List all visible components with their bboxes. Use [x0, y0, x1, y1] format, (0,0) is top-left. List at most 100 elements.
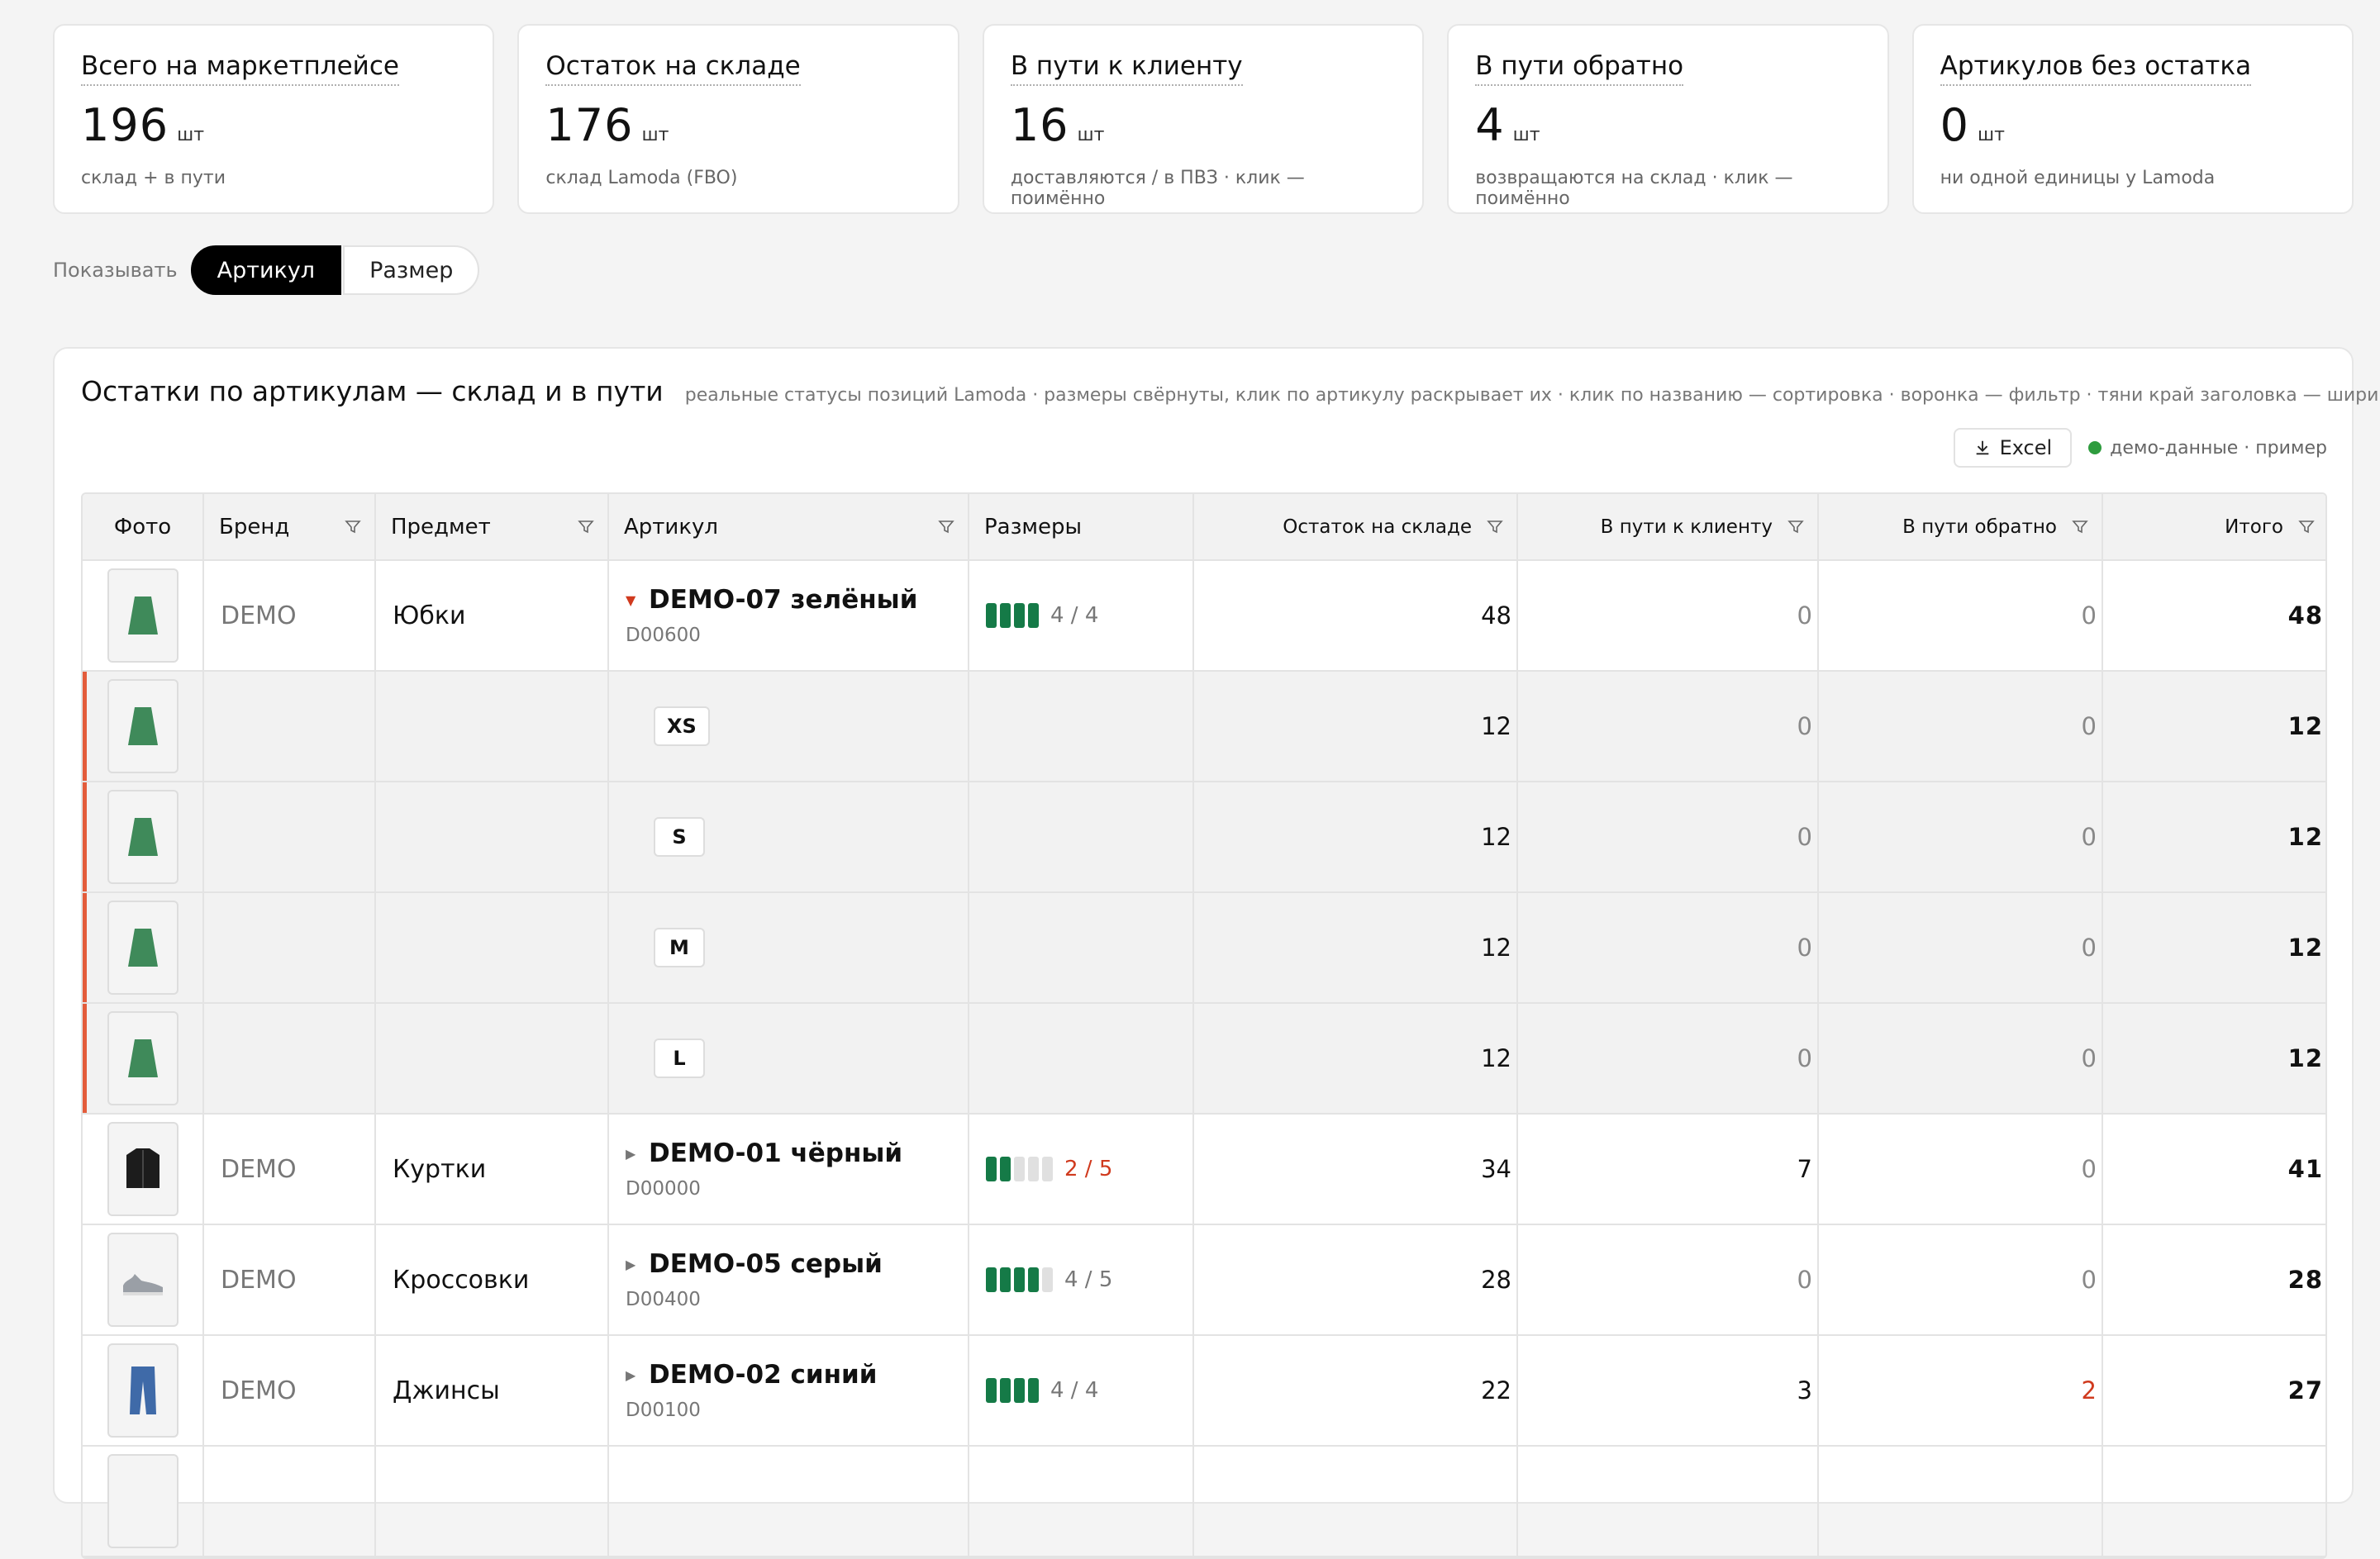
article-name[interactable]: DEMO-02 синий — [649, 1360, 877, 1390]
photo-cell — [83, 1446, 204, 1557]
column-header-stock[interactable]: Остаток на складе — [1193, 494, 1518, 561]
product-thumbnail — [107, 679, 178, 773]
back-cell[interactable]: 0 — [1818, 782, 2103, 893]
table-row[interactable] — [83, 1446, 2325, 1557]
back-cell[interactable]: 0 — [1818, 560, 2103, 672]
card-unit: шт — [1512, 124, 1540, 145]
stat-card-stock[interactable]: Остаток на складе 176 шт склад Lamoda (FB… — [517, 24, 959, 214]
product-thumbnail — [107, 1122, 178, 1216]
product-thumbnail — [107, 1454, 178, 1548]
card-subtitle: доставляются / в ПВЗ · клик — поимённо — [1010, 167, 1305, 209]
sizes-cell: 4 / 4 — [969, 560, 1194, 672]
card-value: 4 — [1475, 98, 1505, 151]
article-cell[interactable]: ▶ DEMO-05 серый D00400 — [608, 1224, 969, 1336]
table-row[interactable]: DEMO Юбки ▼ DEMO-07 зелёный D00600 4 / 4 … — [83, 560, 2325, 672]
size-cell: M — [608, 892, 969, 1004]
stock-panel: Остатки по артикулам — склад и в пути ре… — [53, 347, 2380, 1559]
filter-icon[interactable] — [2072, 519, 2088, 535]
filter-icon[interactable] — [345, 519, 361, 535]
skirt-icon — [127, 707, 158, 745]
to-client-cell[interactable]: 0 — [1517, 1224, 1819, 1336]
size-bar — [1014, 1267, 1025, 1292]
back-cell[interactable]: 2 — [1818, 1335, 2103, 1447]
size-chip: M — [654, 928, 705, 967]
to-client-cell[interactable]: 7 — [1517, 1114, 1819, 1225]
to-client-cell[interactable]: 0 — [1517, 892, 1819, 1004]
stat-card-returning[interactable]: В пути обратно 4 шт возвращаются на склад… — [1447, 24, 1889, 214]
toggle-size-button[interactable]: Размер — [343, 245, 480, 295]
table-row[interactable]: DEMO Джинсы ▶ DEMO-02 синий D00100 4 / 4 … — [83, 1335, 2325, 1447]
column-header-back[interactable]: В пути обратно — [1818, 494, 2103, 561]
stat-card-out-of-stock[interactable]: Артикулов без остатка 0 шт ни одной едини… — [1911, 24, 2354, 214]
card-title: В пути к клиенту — [1010, 51, 1243, 86]
table-row[interactable]: DEMO Куртки ▶ DEMO-01 чёрный D00000 2 / 5… — [83, 1114, 2325, 1225]
filter-icon[interactable] — [1787, 519, 1804, 535]
column-header-brand[interactable]: Бренд — [203, 494, 376, 561]
to-client-cell[interactable]: 0 — [1517, 671, 1819, 782]
stock-cell: 48 — [1193, 560, 1518, 672]
column-header-label: Фото — [113, 514, 172, 539]
subject-cell — [375, 671, 609, 782]
article-cell[interactable]: ▶ DEMO-02 синий D00100 — [608, 1335, 969, 1447]
column-header-to-client[interactable]: В пути к клиенту — [1517, 494, 1819, 561]
size-row: XS 12 0 0 12 — [83, 671, 2325, 782]
back-cell[interactable]: 0 — [1818, 892, 2103, 1004]
filter-icon[interactable] — [578, 519, 594, 535]
filter-icon[interactable] — [938, 519, 954, 535]
card-value: 196 — [81, 98, 169, 151]
caret-right-icon[interactable]: ▶ — [626, 1257, 639, 1272]
caret-right-icon[interactable]: ▶ — [626, 1367, 639, 1383]
to-client-cell[interactable]: 0 — [1517, 560, 1819, 672]
back-cell[interactable]: 0 — [1818, 671, 2103, 782]
toggle-article-button[interactable]: Артикул — [190, 245, 342, 295]
article-cell[interactable]: ▼ DEMO-07 зелёный D00600 — [608, 560, 969, 672]
sizes-indicator: 4 / 5 — [986, 1267, 1176, 1292]
article-name[interactable]: DEMO-05 серый — [649, 1249, 883, 1279]
stock-cell: 12 — [1193, 892, 1518, 1004]
total-cell: 12 — [2102, 1003, 2325, 1115]
article-name[interactable]: DEMO-07 зелёный — [649, 585, 917, 615]
to-client-cell[interactable]: 0 — [1517, 1003, 1819, 1115]
card-subtitle: ни одной единицы у Lamoda — [1940, 167, 2216, 188]
card-title: В пути обратно — [1475, 51, 1684, 86]
total-cell: 12 — [2102, 671, 2325, 782]
brand-cell — [203, 892, 376, 1004]
filter-icon[interactable] — [2298, 519, 2315, 535]
sizes-cell: 2 / 5 — [969, 1114, 1194, 1225]
caret-right-icon[interactable]: ▶ — [626, 1146, 639, 1162]
size-bar — [1028, 603, 1039, 628]
column-header-total[interactable]: Итого — [2102, 494, 2325, 561]
back-cell[interactable]: 0 — [1818, 1003, 2103, 1115]
caret-down-icon[interactable]: ▼ — [626, 592, 639, 608]
stat-card-total[interactable]: Всего на маркетплейсе 196 шт склад + в пу… — [53, 24, 495, 214]
subject-cell: Джинсы — [375, 1335, 609, 1447]
article-cell[interactable]: ▶ DEMO-01 чёрный D00000 — [608, 1114, 969, 1225]
column-header-photo[interactable]: Фото — [83, 494, 204, 561]
photo-cell — [83, 892, 204, 1004]
article-code: D00600 — [626, 625, 701, 646]
card-title: Остаток на складе — [545, 51, 801, 86]
stat-card-to-client[interactable]: В пути к клиенту 16 шт доставляются / в П… — [982, 24, 1425, 214]
table-row[interactable]: DEMO Кроссовки ▶ DEMO-05 серый D00400 4 /… — [83, 1224, 2325, 1336]
column-header-subject[interactable]: Предмет — [375, 494, 609, 561]
brand-cell: DEMO — [203, 1114, 376, 1225]
size-bar — [1000, 1267, 1011, 1292]
back-cell[interactable]: 0 — [1818, 1224, 2103, 1336]
back-cell[interactable]: 0 — [1818, 1114, 2103, 1225]
size-bar — [1028, 1267, 1039, 1292]
excel-export-button[interactable]: Excel — [1953, 428, 2073, 468]
to-client-cell[interactable]: 3 — [1517, 1335, 1819, 1447]
demo-note-text: демо-данные · пример — [2110, 437, 2327, 459]
product-thumbnail — [107, 1011, 178, 1105]
column-header-article[interactable]: Артикул — [608, 494, 969, 561]
total-cell: 28 — [2102, 1224, 2325, 1336]
column-header-label: В пути обратно — [1902, 516, 2057, 538]
filter-icon[interactable] — [1487, 519, 1503, 535]
column-header-sizes[interactable]: Размеры — [969, 494, 1194, 561]
article-name[interactable]: DEMO-01 чёрный — [649, 1138, 902, 1168]
total-cell: 12 — [2102, 892, 2325, 1004]
sizes-indicator: 2 / 5 — [986, 1157, 1176, 1181]
brand-cell: DEMO — [203, 560, 376, 672]
column-header-label: Итого — [2225, 516, 2283, 538]
to-client-cell[interactable]: 0 — [1517, 782, 1819, 893]
